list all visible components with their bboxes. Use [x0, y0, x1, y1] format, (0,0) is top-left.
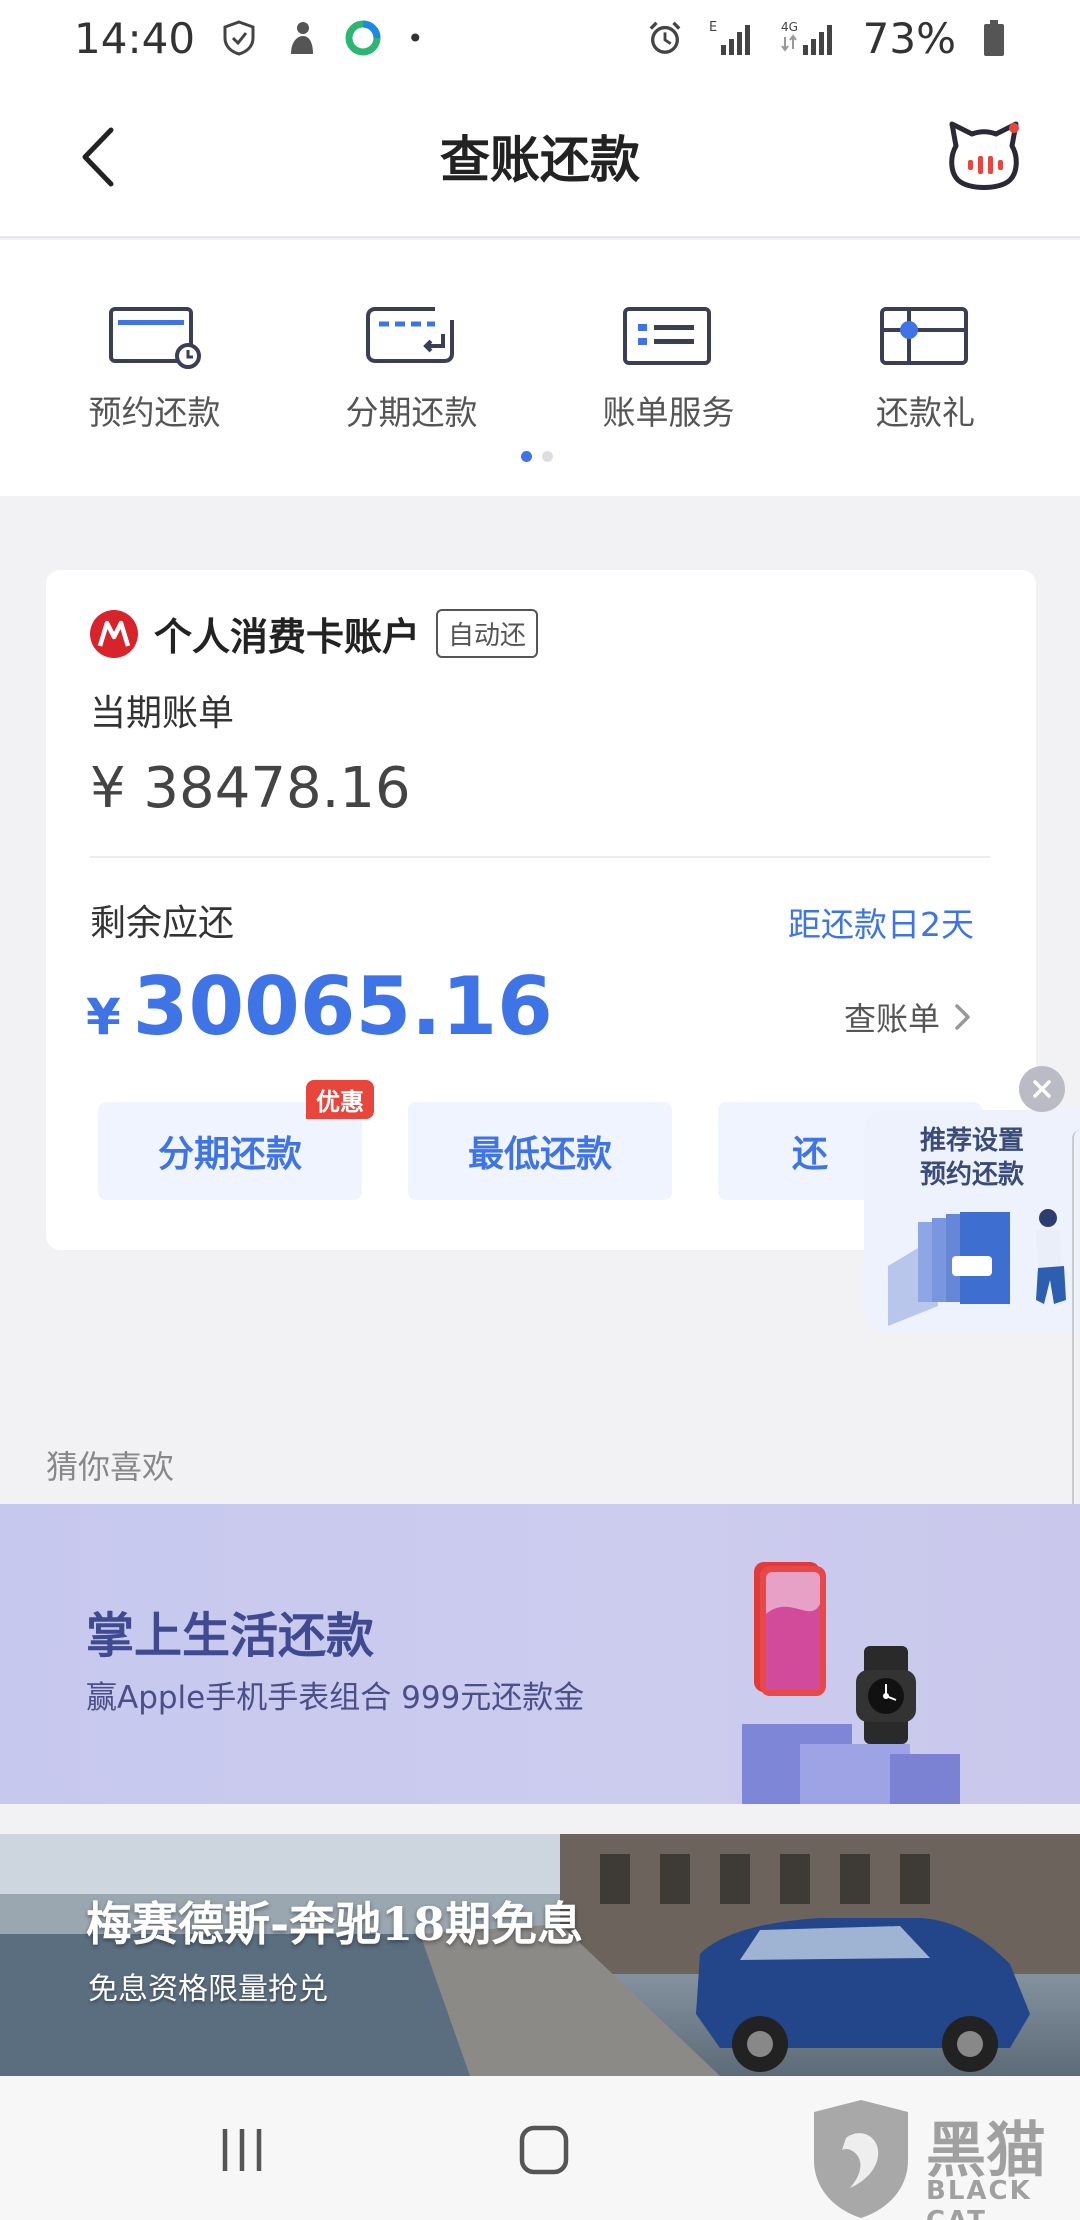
page-title: 查账还款: [440, 131, 640, 189]
chevron-right-icon: [955, 1004, 970, 1030]
account-name: 个人消费卡账户: [154, 615, 421, 659]
installment-card-icon: [365, 307, 454, 363]
shield-icon: [221, 20, 257, 56]
current-bill-amount: ¥ 38478.16: [90, 756, 411, 821]
account-row: 个人消费卡账户 自动还: [90, 606, 539, 661]
current-bill-label: 当期账单: [90, 693, 235, 734]
banner-title: 梅赛德斯-奔驰18期免息: [86, 1897, 584, 1951]
service-label: 分期还款: [345, 393, 478, 432]
chevron-left-icon: [82, 127, 114, 187]
minimum-repay-button[interactable]: 最低还款: [408, 1102, 672, 1200]
calendar-illustration-icon: [888, 1209, 1066, 1326]
status-left: 14:40 •: [74, 14, 424, 63]
colorful-app-icon: [345, 20, 381, 56]
remaining-label: 剩余应还: [90, 903, 235, 944]
status-bar: 14:40 • E 4G 73%: [0, 0, 1080, 76]
float-ad-line1: 推荐设置: [919, 1126, 1024, 1156]
service-repay-gift[interactable]: 还款礼: [826, 306, 1026, 434]
banner-title: 掌上生活还款: [86, 1608, 375, 1664]
repay-button-row: 分期还款 优惠 最低还款 还: [98, 1080, 982, 1200]
service-installment-repay[interactable]: 分期还款: [312, 306, 512, 434]
service-label: 还款礼: [876, 393, 975, 432]
network-e-text: E: [709, 20, 717, 35]
car-city-image-icon: [0, 1834, 1080, 2076]
button-label: 分期还款: [157, 1134, 302, 1175]
installment-repay-button[interactable]: 分期还款 优惠: [98, 1080, 374, 1200]
service-label: 预约还款: [88, 393, 221, 432]
home-icon: [519, 2125, 569, 2175]
recommend-section-title: 猜你喜欢: [46, 1448, 175, 1486]
promo-badge: 优惠: [306, 1080, 374, 1119]
black-cat-logo-icon: [814, 2100, 908, 2218]
service-bill[interactable]: 账单服务: [569, 306, 769, 434]
floating-recommend-ad[interactable]: 推荐设置 预约还款: [864, 1110, 1080, 1332]
home-button[interactable]: [514, 2120, 574, 2180]
page-dot: [542, 451, 553, 462]
repay-gift-icon: [879, 307, 968, 365]
more-notifications-dot: •: [407, 21, 424, 55]
remaining-amount-value: 30065.16: [132, 960, 553, 1053]
view-bill-link[interactable]: 查账单: [844, 994, 972, 1040]
battery-icon: [982, 20, 1006, 56]
back-button[interactable]: [62, 122, 132, 192]
page-dot-active: [521, 451, 532, 462]
signal-4g-icon: 4G: [781, 20, 837, 56]
schedule-card-icon: [108, 307, 201, 369]
banner-subtitle: 赢Apple手机手表组合 999元还款金: [86, 1680, 585, 1716]
quick-services: 预约还款 分期还款 账单服务 还款礼: [0, 240, 1080, 496]
view-bill-label: 查账单: [843, 1000, 940, 1038]
remaining-amount: ¥ 30065.16: [86, 960, 553, 1053]
promo-banner-apple[interactable]: 掌上生活还款 赢Apple手机手表组合 999元还款金: [0, 1504, 1080, 1804]
black-cat-watermark: 黑猫 BLACK CAT: [806, 2098, 1076, 2220]
alarm-icon: [647, 20, 683, 56]
side-drawer-handle[interactable]: [1072, 1130, 1080, 1540]
bill-service-icon: [622, 307, 711, 365]
recent-apps-button[interactable]: [212, 2120, 272, 2180]
signal-e-icon: E: [709, 20, 755, 56]
float-ad-line2: 预约还款: [919, 1160, 1024, 1190]
status-time: 14:40: [74, 13, 196, 63]
close-ad-button[interactable]: [1019, 1066, 1065, 1112]
recent-apps-icon: [222, 2129, 262, 2171]
network-4g-text: 4G: [781, 20, 798, 34]
float-ad-text: 推荐设置 预约还款: [864, 1124, 1080, 1192]
status-right: E 4G 73%: [647, 14, 1006, 63]
watermark-subtext: BLACK CAT: [926, 2176, 1032, 2220]
cat-assistant-button[interactable]: [944, 116, 1024, 196]
button-label: 还: [792, 1134, 829, 1175]
app-notification-icon: [283, 20, 319, 56]
auto-repay-badge: 自动还: [436, 609, 539, 658]
page-indicator: [521, 451, 553, 462]
nav-bar: 查账还款: [0, 76, 1080, 238]
phone-watch-image-icon: [742, 1562, 960, 1804]
currency-symbol: ¥: [86, 988, 121, 1046]
promo-banner-mercedes[interactable]: 梅赛德斯-奔驰18期免息 免息资格限量抢兑: [0, 1834, 1080, 2076]
banner-subtitle: 免息资格限量抢兑: [88, 1972, 328, 2007]
bank-logo-icon: [90, 609, 138, 658]
button-label: 最低还款: [467, 1134, 612, 1175]
divider: [90, 856, 990, 858]
close-icon: [1033, 1080, 1051, 1098]
battery-percent: 73%: [862, 13, 956, 63]
service-scheduled-repay[interactable]: 预约还款: [55, 306, 255, 434]
service-label: 账单服务: [602, 393, 735, 432]
cat-mascot-icon: [949, 121, 1019, 190]
due-date-text[interactable]: 距还款日2天: [788, 898, 974, 946]
